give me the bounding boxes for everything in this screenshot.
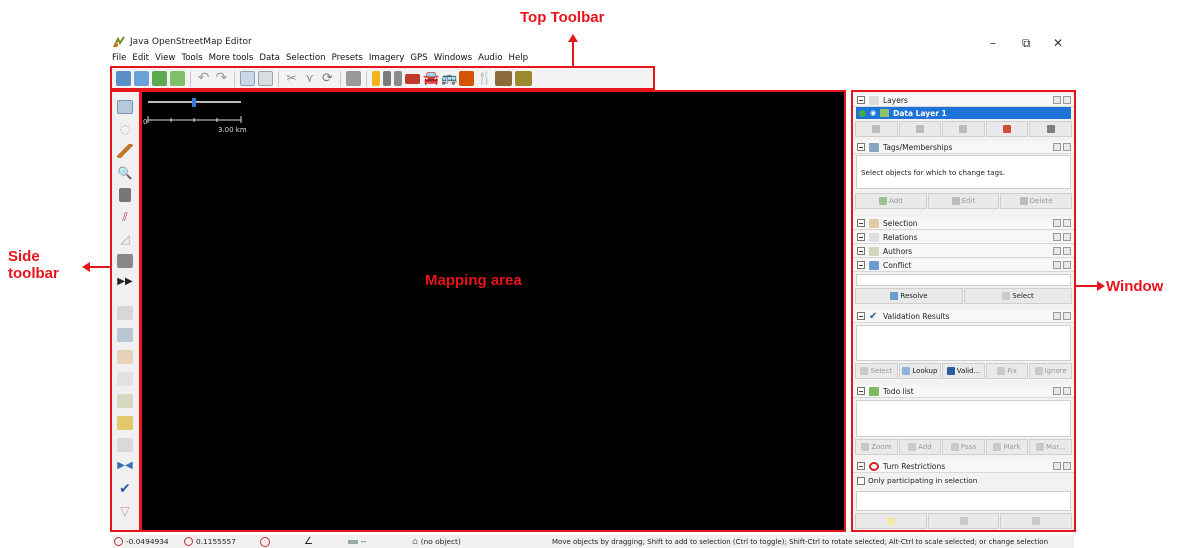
app-title: Java OpenStreetMap Editor xyxy=(130,37,252,47)
object-field: ⌂ (no object) xyxy=(412,536,461,547)
object-icon: ⌂ xyxy=(412,536,418,547)
annotation-arrowhead-side xyxy=(82,262,90,272)
annotation-arrowhead-window xyxy=(1097,281,1105,291)
length-field: -- xyxy=(348,536,366,547)
longitude-value: 0.1155557 xyxy=(196,537,236,546)
annotation-side-toolbar: Side toolbar xyxy=(8,248,59,282)
annotation-side-line2: toolbar xyxy=(8,265,59,282)
menu-imagery[interactable]: Imagery xyxy=(369,53,405,63)
angle-icon: ∠ xyxy=(304,536,313,547)
menu-presets[interactable]: Presets xyxy=(332,53,363,63)
menu-tools[interactable]: Tools xyxy=(181,53,202,63)
latitude-field: -0.0494934 xyxy=(114,536,169,547)
menu-gps[interactable]: GPS xyxy=(410,53,427,63)
help-value: Move objects by dragging; Shift to add t… xyxy=(552,537,1049,546)
annotation-box-window xyxy=(851,90,1076,532)
ruler-icon xyxy=(348,539,358,544)
annotation-box-toolbar xyxy=(110,66,655,90)
maximize-button[interactable]: ⧉ xyxy=(1022,36,1031,51)
annotation-arrow-side xyxy=(88,266,110,268)
minimize-button[interactable]: – xyxy=(990,36,996,50)
latitude-icon xyxy=(114,537,123,546)
heading-field xyxy=(260,536,270,547)
annotation-top-toolbar: Top Toolbar xyxy=(520,9,605,26)
annotation-box-side xyxy=(110,90,141,532)
menu-windows[interactable]: Windows xyxy=(434,53,472,63)
longitude-field: 0.1155557 xyxy=(184,536,236,547)
annotation-arrow-window xyxy=(1076,285,1098,287)
object-value: (no object) xyxy=(420,537,461,546)
angle-field: ∠ xyxy=(304,536,313,547)
longitude-icon xyxy=(184,537,193,546)
menu-data[interactable]: Data xyxy=(259,53,280,63)
close-button[interactable]: ✕ xyxy=(1053,36,1063,50)
menu-audio[interactable]: Audio xyxy=(478,53,502,63)
menu-help[interactable]: Help xyxy=(509,53,529,63)
menu-bar: File Edit View Tools More tools Data Sel… xyxy=(112,51,528,65)
annotation-window: Window xyxy=(1106,278,1164,295)
length-value: -- xyxy=(361,537,367,546)
menu-view[interactable]: View xyxy=(155,53,175,63)
menu-selection[interactable]: Selection xyxy=(286,53,326,63)
menu-file[interactable]: File xyxy=(112,53,126,63)
menu-edit[interactable]: Edit xyxy=(132,53,149,63)
menu-more-tools[interactable]: More tools xyxy=(209,53,254,63)
annotation-box-map xyxy=(140,90,846,532)
latitude-value: -0.0494934 xyxy=(126,537,169,546)
heading-icon xyxy=(260,536,270,547)
annotation-side-line1: Side xyxy=(8,248,40,265)
help-text: Move objects by dragging; Shift to add t… xyxy=(552,536,1048,547)
title-bar: Java OpenStreetMap Editor xyxy=(112,34,1062,50)
josm-logo-icon xyxy=(112,35,126,49)
status-bar: -0.0494934 0.1155557 ∠ -- ⌂ (no object) … xyxy=(112,535,1074,548)
